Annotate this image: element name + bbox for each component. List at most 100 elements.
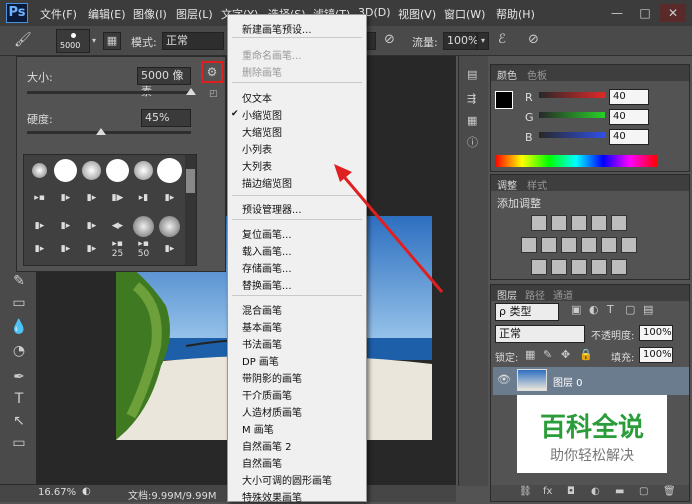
gear-icon[interactable]: ⚙ [201,61,223,83]
hardness-input[interactable]: 45% [141,109,191,127]
menu-item-replace-brushes[interactable]: 替换画笔... [242,277,292,292]
tab-adjustments[interactable]: 调整 [497,177,517,192]
menu-item-reset-brushes[interactable]: 复位画笔... [242,226,292,241]
menu-item-brush-set[interactable]: DP 画笔 [242,353,279,368]
layer-row[interactable]: 👁 图层 0 [493,367,689,395]
brush-preset-icon[interactable]: ▮▸ [52,185,79,212]
size-input[interactable]: 5000 像素 [137,67,191,98]
brush-panel-toggle-icon[interactable]: ▦ [103,32,121,50]
brush-preset-soft-round[interactable] [134,161,153,180]
menu-item-brush-set[interactable]: 书法画笔 [242,336,282,351]
history-icon[interactable]: ▤ [467,68,477,81]
tab-channels[interactable]: 通道 [553,287,573,302]
opacity-input[interactable]: 100% [639,325,673,341]
brush-preset-icon[interactable]: ▮▸ [156,185,183,212]
menu-item-brush-set[interactable]: 干介质画笔 [242,387,292,402]
new-group-icon[interactable]: ▬ [615,486,624,497]
filter-adjustment-icon[interactable]: ◐ [589,303,599,316]
pressure-opacity-icon[interactable]: ⊘ [384,32,395,47]
brush-preset-icon[interactable]: ▮▶ [104,185,131,212]
info-icon[interactable]: ◐ [82,486,91,497]
menu-item-stroke-thumbnail[interactable]: 描边缩览图 [242,175,292,190]
menu-item-small-thumbnail[interactable]: 小缩览图 [242,107,282,122]
brush-preset-icon[interactable]: ▮▸ [156,239,183,266]
hardness-slider[interactable] [27,131,191,134]
layer-filter-select[interactable]: ρ 类型 [495,303,559,321]
lock-image-icon[interactable]: ✎ [543,348,552,361]
filter-smart-object-icon[interactable]: ▤ [643,303,653,316]
new-adjustment-icon[interactable]: ◐ [591,486,600,497]
tab-paths[interactable]: 路径 [525,287,545,302]
lock-transparent-icon[interactable]: ▦ [525,348,535,361]
menu-item-brush-set[interactable]: 自然画笔 2 [242,438,292,453]
fill-input[interactable]: 100% [639,347,673,363]
brush-preset-icon[interactable]: ▸▪ [26,185,53,212]
actions-icon[interactable]: ⇶ [467,92,476,105]
menu-file[interactable]: 文件(F) [40,6,77,22]
curves-icon[interactable] [571,215,587,231]
black-white-icon[interactable] [561,237,577,253]
info-icon[interactable]: ⓘ [467,134,478,150]
color-lookup-icon[interactable] [621,237,637,253]
sample-brush-icon[interactable]: ◰ [209,89,218,99]
brush-preset-hard-round[interactable] [106,159,129,182]
link-layers-icon[interactable]: ⛓ [519,486,532,497]
menu-item-save-brushes[interactable]: 存储画笔... [242,260,292,275]
menu-item-brush-set[interactable]: 大小可调的圆形画笔 [242,472,332,487]
minimize-button[interactable]: — [604,4,630,22]
selective-color-icon[interactable] [611,259,627,275]
pen-tool-icon[interactable]: ✒ [10,368,28,386]
brush-preset-soft-round[interactable] [159,216,180,237]
brush-grid-scrollbar[interactable] [185,155,196,265]
brush-preset-icon[interactable]: ▮▸ [52,239,79,266]
hardness-slider-thumb[interactable] [95,128,106,135]
menu-item-brush-set[interactable]: 带阴影的画笔 [242,370,302,385]
menu-edit[interactable]: 编辑(E) [88,6,126,22]
tab-layers[interactable]: 图层 [497,287,517,302]
menu-window[interactable]: 窗口(W) [444,6,485,22]
brush-preset-soft-round[interactable] [133,216,154,237]
eraser-tool-icon[interactable]: ✎ [10,272,28,290]
levels-icon[interactable] [551,215,567,231]
channel-mixer-icon[interactable] [601,237,617,253]
size-slider[interactable] [27,91,191,94]
exposure-icon[interactable] [591,215,607,231]
brush-preset-50[interactable]: ▸▪ 50 [130,239,157,266]
opacity-dropdown[interactable] [366,32,376,50]
close-button[interactable]: ✕ [660,4,686,22]
menu-image[interactable]: 图像(I) [133,6,167,22]
brush-preset-icon[interactable]: ▮▸ [78,213,105,240]
menu-help[interactable]: 帮助(H) [496,6,535,22]
menu-item-load-brushes[interactable]: 载入画笔... [242,243,292,258]
menu-item-new-preset[interactable]: 新建画笔预设... [242,21,312,36]
brush-presets-grid[interactable]: ▸▪ ▮▸ ▮▸ ▮▶ ▸▮ ▮▸ ▮▸ ▮▸ ▮▸ ◀▸ ▮▸ ▮▸ ▮▸ ▸… [23,154,197,266]
brush-preset-icon[interactable]: ▸▮ [130,185,157,212]
menu-layer[interactable]: 图层(L) [176,6,213,22]
brush-preset-soft-round[interactable] [32,163,47,178]
menu-item-preset-manager[interactable]: 预设管理器... [242,201,302,216]
filter-type-icon[interactable]: T [607,303,614,316]
lock-position-icon[interactable]: ✥ [561,348,570,361]
threshold-icon[interactable] [571,259,587,275]
path-selection-tool-icon[interactable]: ↖ [10,412,28,430]
menu-item-large-thumbnail[interactable]: 大缩览图 [242,124,282,139]
foreground-color-swatch[interactable] [495,91,513,109]
menu-item-text-only[interactable]: 仅文本 [242,90,272,105]
brush-preset-icon[interactable]: ▮▸ [26,213,53,240]
menu-item-brush-set[interactable]: 自然画笔 [242,455,282,470]
maximize-button[interactable]: □ [632,4,658,22]
color-balance-icon[interactable] [541,237,557,253]
zoom-level[interactable]: 16.67% [38,487,76,498]
brush-preset-icon[interactable]: ▮▸ [26,239,53,266]
layer-name[interactable]: 图层 0 [553,374,583,389]
brightness-icon[interactable] [531,215,547,231]
eye-icon[interactable]: 👁 [497,373,511,386]
invert-icon[interactable] [531,259,547,275]
posterize-icon[interactable] [551,259,567,275]
rectangle-tool-icon[interactable]: ▭ [10,434,28,452]
trash-icon[interactable]: 🗑 [663,486,676,497]
brush-preset-hard-round[interactable] [157,158,182,183]
airbrush-icon[interactable]: ℰ [498,32,506,47]
brush-preset-icon[interactable]: ◀▸ [104,213,131,240]
type-tool-icon[interactable]: T [10,390,28,408]
